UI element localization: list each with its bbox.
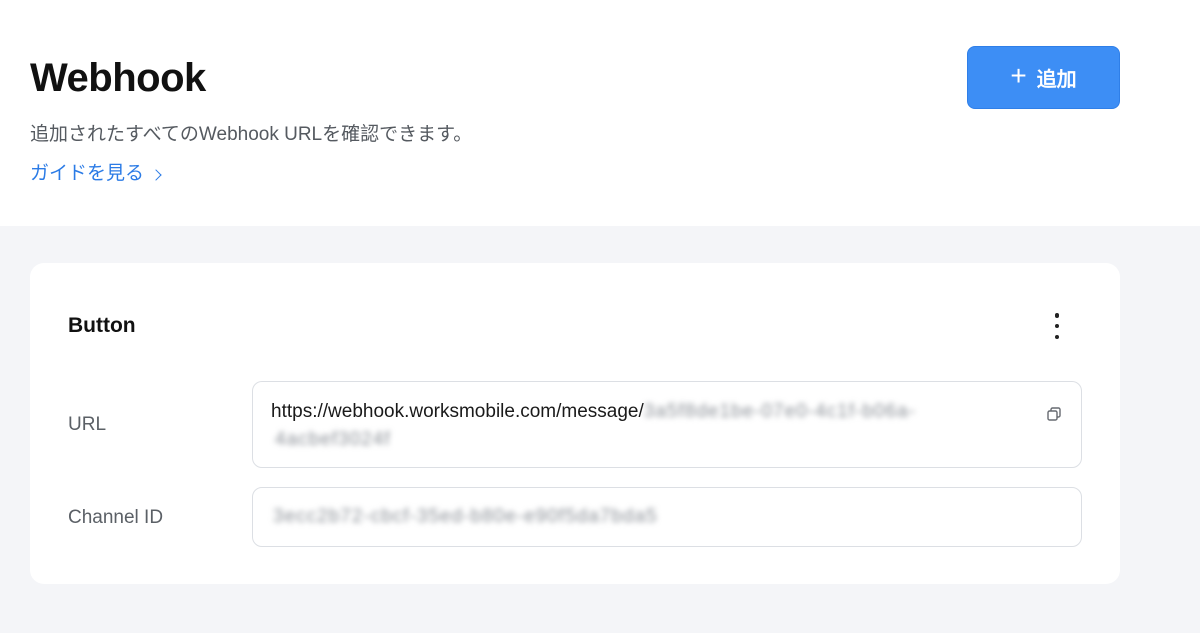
add-webhook-button[interactable]: + 追加	[967, 46, 1120, 109]
page-description: 追加されたすべてのWebhook URLを確認できます。	[30, 124, 473, 145]
channel-id-value: 3ecc2b72-cbcf-35ed-b80e-e90f5da7bda5	[273, 506, 658, 527]
url-value-prefix: https://webhook.worksmobile.com/message/	[271, 401, 644, 422]
webhook-name: Button	[68, 314, 136, 337]
kebab-menu-icon[interactable]	[1046, 313, 1068, 339]
url-field[interactable]: https://webhook.worksmobile.com/message/…	[252, 381, 1082, 468]
url-value: https://webhook.worksmobile.com/message/…	[271, 398, 1011, 425]
channel-id-label: Channel ID	[68, 507, 164, 528]
guide-link[interactable]: ガイドを見る	[30, 162, 162, 186]
url-value-hidden-line1: 3a5f8de1be-07e0-4c1f-b06a-	[643, 401, 916, 422]
url-label: URL	[68, 414, 107, 435]
url-value-hidden-line2: 4acbef3024f	[275, 429, 391, 450]
chevron-right-icon	[150, 168, 162, 181]
channel-id-field[interactable]: 3ecc2b72-cbcf-35ed-b80e-e90f5da7bda5	[252, 487, 1082, 547]
page-title: Webhook	[30, 56, 206, 100]
guide-link-label: ガイドを見る	[30, 163, 145, 184]
add-button-label: 追加	[1036, 69, 1077, 91]
webhook-card: Button URL https://webhook.worksmobile.c…	[30, 263, 1120, 584]
plus-icon: +	[1010, 60, 1027, 91]
page-header: Webhook 追加されたすべてのWebhook URLを確認できます。 ガイド…	[0, 0, 1200, 226]
copy-icon[interactable]	[1046, 406, 1062, 422]
